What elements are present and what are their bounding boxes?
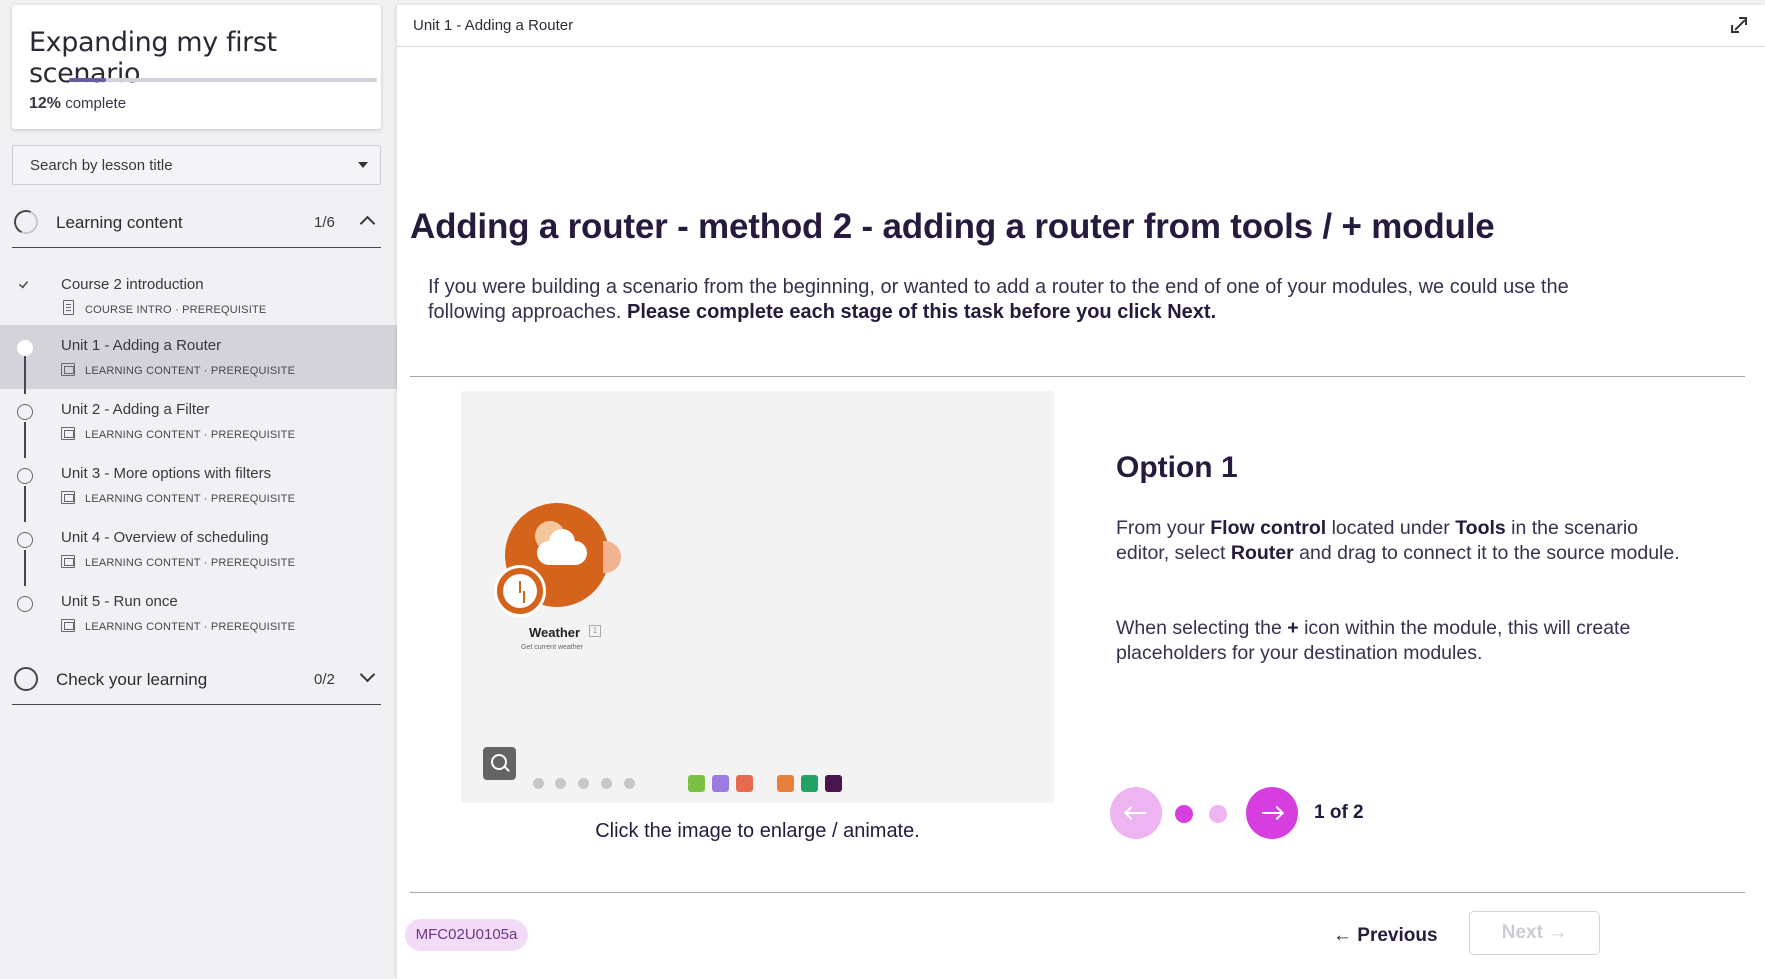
arrow-right-icon: →: [1542, 922, 1568, 943]
page-title: Adding a router - method 2 - adding a ro…: [410, 207, 1495, 246]
module-label: Weather: [529, 625, 581, 640]
course-sidebar: Expanding my first scenario 12% complete…: [0, 0, 397, 979]
lesson-search-select[interactable]: Search by lesson title: [12, 145, 381, 185]
progress-percent: 12%: [29, 95, 62, 112]
tool-icon: [624, 778, 635, 789]
lesson-search-placeholder: Search by lesson title: [30, 157, 173, 174]
lesson-title: Unit 3 - More options with filters: [61, 465, 272, 482]
lesson-meta: LEARNING CONTENT · PREREQUISITE: [85, 429, 296, 441]
progress-text: 12% complete: [29, 95, 126, 113]
arrow-left-icon: [1126, 812, 1146, 814]
lesson-title: Unit 2 - Adding a Filter: [61, 401, 210, 418]
chevron-down-icon: [359, 666, 376, 683]
checkmark-icon: [18, 278, 29, 289]
lesson-meta: LEARNING CONTENT · PREREQUISITE: [85, 493, 296, 505]
lesson-item-unit-5[interactable]: Unit 5 - Run once LEARNING CONTENT · PRE…: [0, 581, 397, 645]
document-icon: [63, 300, 74, 315]
slides-icon: [61, 491, 75, 504]
tool-icon: [533, 778, 544, 789]
lesson-item-unit-1[interactable]: Unit 1 - Adding a Router LEARNING CONTEN…: [0, 325, 397, 389]
slack-icon: [825, 775, 842, 792]
caret-down-icon: [358, 162, 368, 168]
carousel-prev-button[interactable]: [1110, 787, 1162, 839]
lesson-item-course-intro[interactable]: Course 2 introduction COURSE INTRO · PRE…: [0, 264, 397, 328]
course-progress-fill: [69, 78, 106, 82]
lesson-item-unit-2[interactable]: Unit 2 - Adding a Filter LEARNING CONTEN…: [0, 389, 397, 453]
expand-fullscreen-icon[interactable]: [1731, 17, 1747, 33]
carousel-next-button[interactable]: [1246, 787, 1298, 839]
scenario-toolbar: [461, 763, 1054, 803]
text-parser-icon: [736, 775, 753, 792]
next-label: Next: [1501, 922, 1543, 943]
option-paragraph-2: When selecting the + icon within the mod…: [1116, 617, 1631, 664]
flow-control-icon: [712, 775, 729, 792]
sheets-icon: [801, 775, 818, 792]
timeline-connector: [24, 486, 26, 522]
lesson-content-panel: Unit 1 - Adding a Router Adding a router…: [397, 5, 1765, 979]
section-count: 1/6: [314, 214, 335, 231]
lesson-status-node: [17, 340, 33, 356]
divider: [410, 892, 1745, 893]
lesson-topbar: Unit 1 - Adding a Router: [397, 5, 1765, 47]
tool-icon: [601, 778, 612, 789]
lesson-meta: LEARNING CONTENT · PREREQUISITE: [85, 621, 296, 633]
divider: [410, 376, 1745, 377]
option-paragraph-1: From your Flow control located under Too…: [1116, 517, 1680, 564]
image-caption: Click the image to enlarge / animate.: [595, 820, 920, 842]
breadcrumb: Unit 1 - Adding a Router: [413, 17, 574, 34]
lesson-status-node: [17, 468, 33, 484]
weather-favorite-icon: [777, 775, 794, 792]
course-progress-card: Expanding my first scenario 12% complete: [12, 5, 381, 129]
section-learning-content[interactable]: Learning content 1/6: [10, 198, 381, 248]
lesson-item-unit-4[interactable]: Unit 4 - Overview of scheduling LEARNING…: [0, 517, 397, 581]
course-progress-bar: [69, 78, 377, 82]
timeline-connector: [24, 550, 26, 586]
section-count: 0/2: [314, 671, 335, 688]
lesson-title: Unit 5 - Run once: [61, 593, 178, 610]
lesson-status-node: [17, 404, 33, 420]
arrow-left-icon: ←: [1333, 925, 1358, 946]
section-check-your-learning[interactable]: Check your learning 0/2: [12, 655, 381, 705]
carousel-page-count: 1 of 2: [1314, 802, 1364, 823]
lesson-status-node: [17, 596, 33, 612]
previous-label: Previous: [1357, 925, 1438, 946]
arrow-right-icon: [1262, 812, 1282, 814]
lesson-meta: LEARNING CONTENT · PREREQUISITE: [85, 557, 296, 569]
option-title: Option 1: [1116, 451, 1238, 484]
carousel-dot-active[interactable]: [1175, 805, 1193, 823]
scenario-animation-image[interactable]: Weather 1 Get current weather: [461, 391, 1054, 803]
slides-icon: [61, 427, 75, 440]
lesson-title: Course 2 introduction: [61, 276, 204, 293]
slides-icon: [61, 363, 75, 376]
intro-bold-text: Please complete each stage of this task …: [627, 301, 1217, 323]
lesson-title: Unit 4 - Overview of scheduling: [61, 529, 269, 546]
module-sublabel: Get current weather: [521, 644, 583, 651]
next-button[interactable]: Next →: [1469, 911, 1600, 955]
lesson-item-unit-3[interactable]: Unit 3 - More options with filters LEARN…: [0, 453, 397, 517]
progress-suffix: complete: [65, 95, 127, 112]
lesson-meta: LEARNING CONTENT · PREREQUISITE: [85, 365, 296, 377]
clock-icon: [494, 565, 546, 617]
module-badge: 1: [589, 625, 601, 637]
section-title: Learning content: [56, 213, 183, 232]
cloud-icon: [537, 529, 587, 565]
section-title: Check your learning: [56, 670, 208, 689]
intro-paragraph: If you were building a scenario from the…: [428, 275, 1588, 325]
lesson-meta: COURSE INTRO · PREREQUISITE: [85, 304, 267, 316]
lesson-code-badge: MFC02U0105a: [405, 919, 528, 951]
tool-icon: [555, 778, 566, 789]
lesson-title: Unit 1 - Adding a Router: [61, 337, 222, 354]
previous-button[interactable]: ← Previous: [1333, 920, 1443, 952]
module-connector-handle: [603, 541, 621, 573]
slides-icon: [61, 555, 75, 568]
section-progress-ring-icon: [14, 667, 38, 691]
lesson-status-node: [17, 532, 33, 548]
tool-icon: [578, 778, 589, 789]
carousel-dot[interactable]: [1209, 805, 1227, 823]
tools-icon: [688, 775, 705, 792]
section-progress-ring-icon: [10, 206, 42, 238]
chevron-up-icon: [359, 215, 376, 232]
timeline-connector: [24, 422, 26, 458]
slides-icon: [61, 619, 75, 632]
